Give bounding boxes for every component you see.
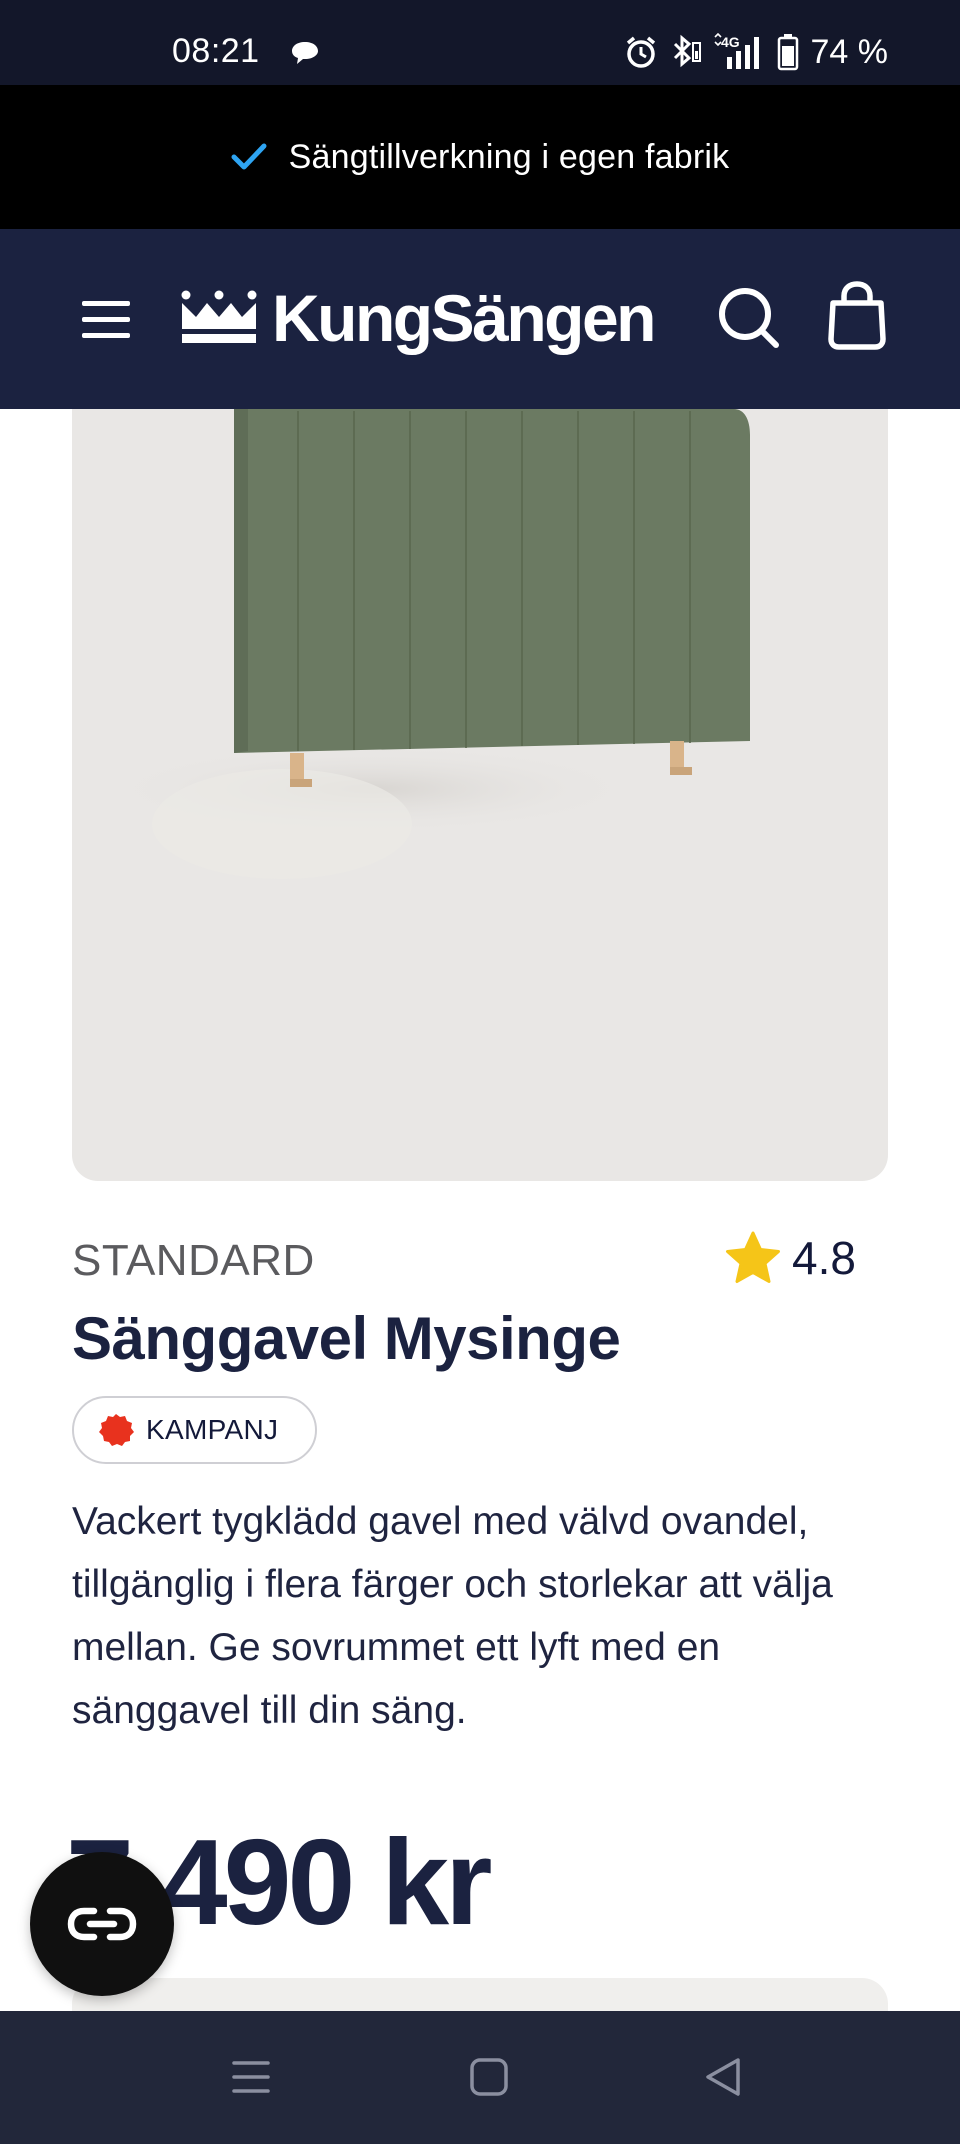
- back-icon[interactable]: [702, 2055, 744, 2099]
- status-icons: 4G 74 %: [623, 28, 889, 76]
- shopping-bag-icon[interactable]: [826, 281, 888, 351]
- product-description: Vackert tygklädd gavel med välvd ovandel…: [72, 1500, 833, 1732]
- crown-icon: [181, 290, 257, 343]
- promo-text: Sängtillverkning i egen fabrik: [288, 137, 730, 176]
- signal-icon: 4G: [713, 33, 759, 69]
- headboard-illustration: [102, 409, 750, 879]
- home-icon[interactable]: [468, 2055, 510, 2099]
- recents-icon[interactable]: [230, 2055, 272, 2099]
- chat-button[interactable]: [30, 1852, 174, 1996]
- campaign-badge-label: KAMPANJ: [146, 1414, 279, 1445]
- product-rating[interactable]: 4.8: [724, 1230, 856, 1286]
- product-image[interactable]: [72, 409, 888, 1181]
- battery-percentage: 74 %: [810, 32, 889, 71]
- hamburger-menu-icon[interactable]: [78, 293, 134, 345]
- promo-bar: Sängtillverkning i egen fabrik: [0, 85, 960, 229]
- status-time: 08:21: [172, 32, 260, 70]
- product-category: STANDARD: [72, 1236, 315, 1285]
- product-title: Sänggavel Mysinge: [72, 1305, 621, 1372]
- alarm-icon: [626, 36, 655, 68]
- campaign-badge-icon: [99, 1414, 134, 1446]
- battery-icon: [777, 34, 798, 71]
- rating-value: 4.8: [792, 1232, 856, 1284]
- system-nav-bar: [0, 2011, 960, 2144]
- bluetooth-icon: [673, 34, 701, 68]
- site-logo[interactable]: KungSängen: [180, 273, 657, 363]
- checkmark-icon: [231, 143, 267, 170]
- chat-loop-icon: [67, 1907, 137, 1941]
- network-label: 4G: [721, 34, 740, 50]
- campaign-badge: KAMPANJ: [72, 1396, 317, 1464]
- status-bar: 08:21 4G 74 %: [0, 0, 960, 85]
- star-icon: [726, 1231, 780, 1283]
- logo-text: KungSängen: [272, 281, 657, 355]
- search-icon[interactable]: [716, 285, 782, 351]
- site-header: KungSängen: [0, 229, 960, 409]
- chat-bubble-icon: [292, 42, 318, 64]
